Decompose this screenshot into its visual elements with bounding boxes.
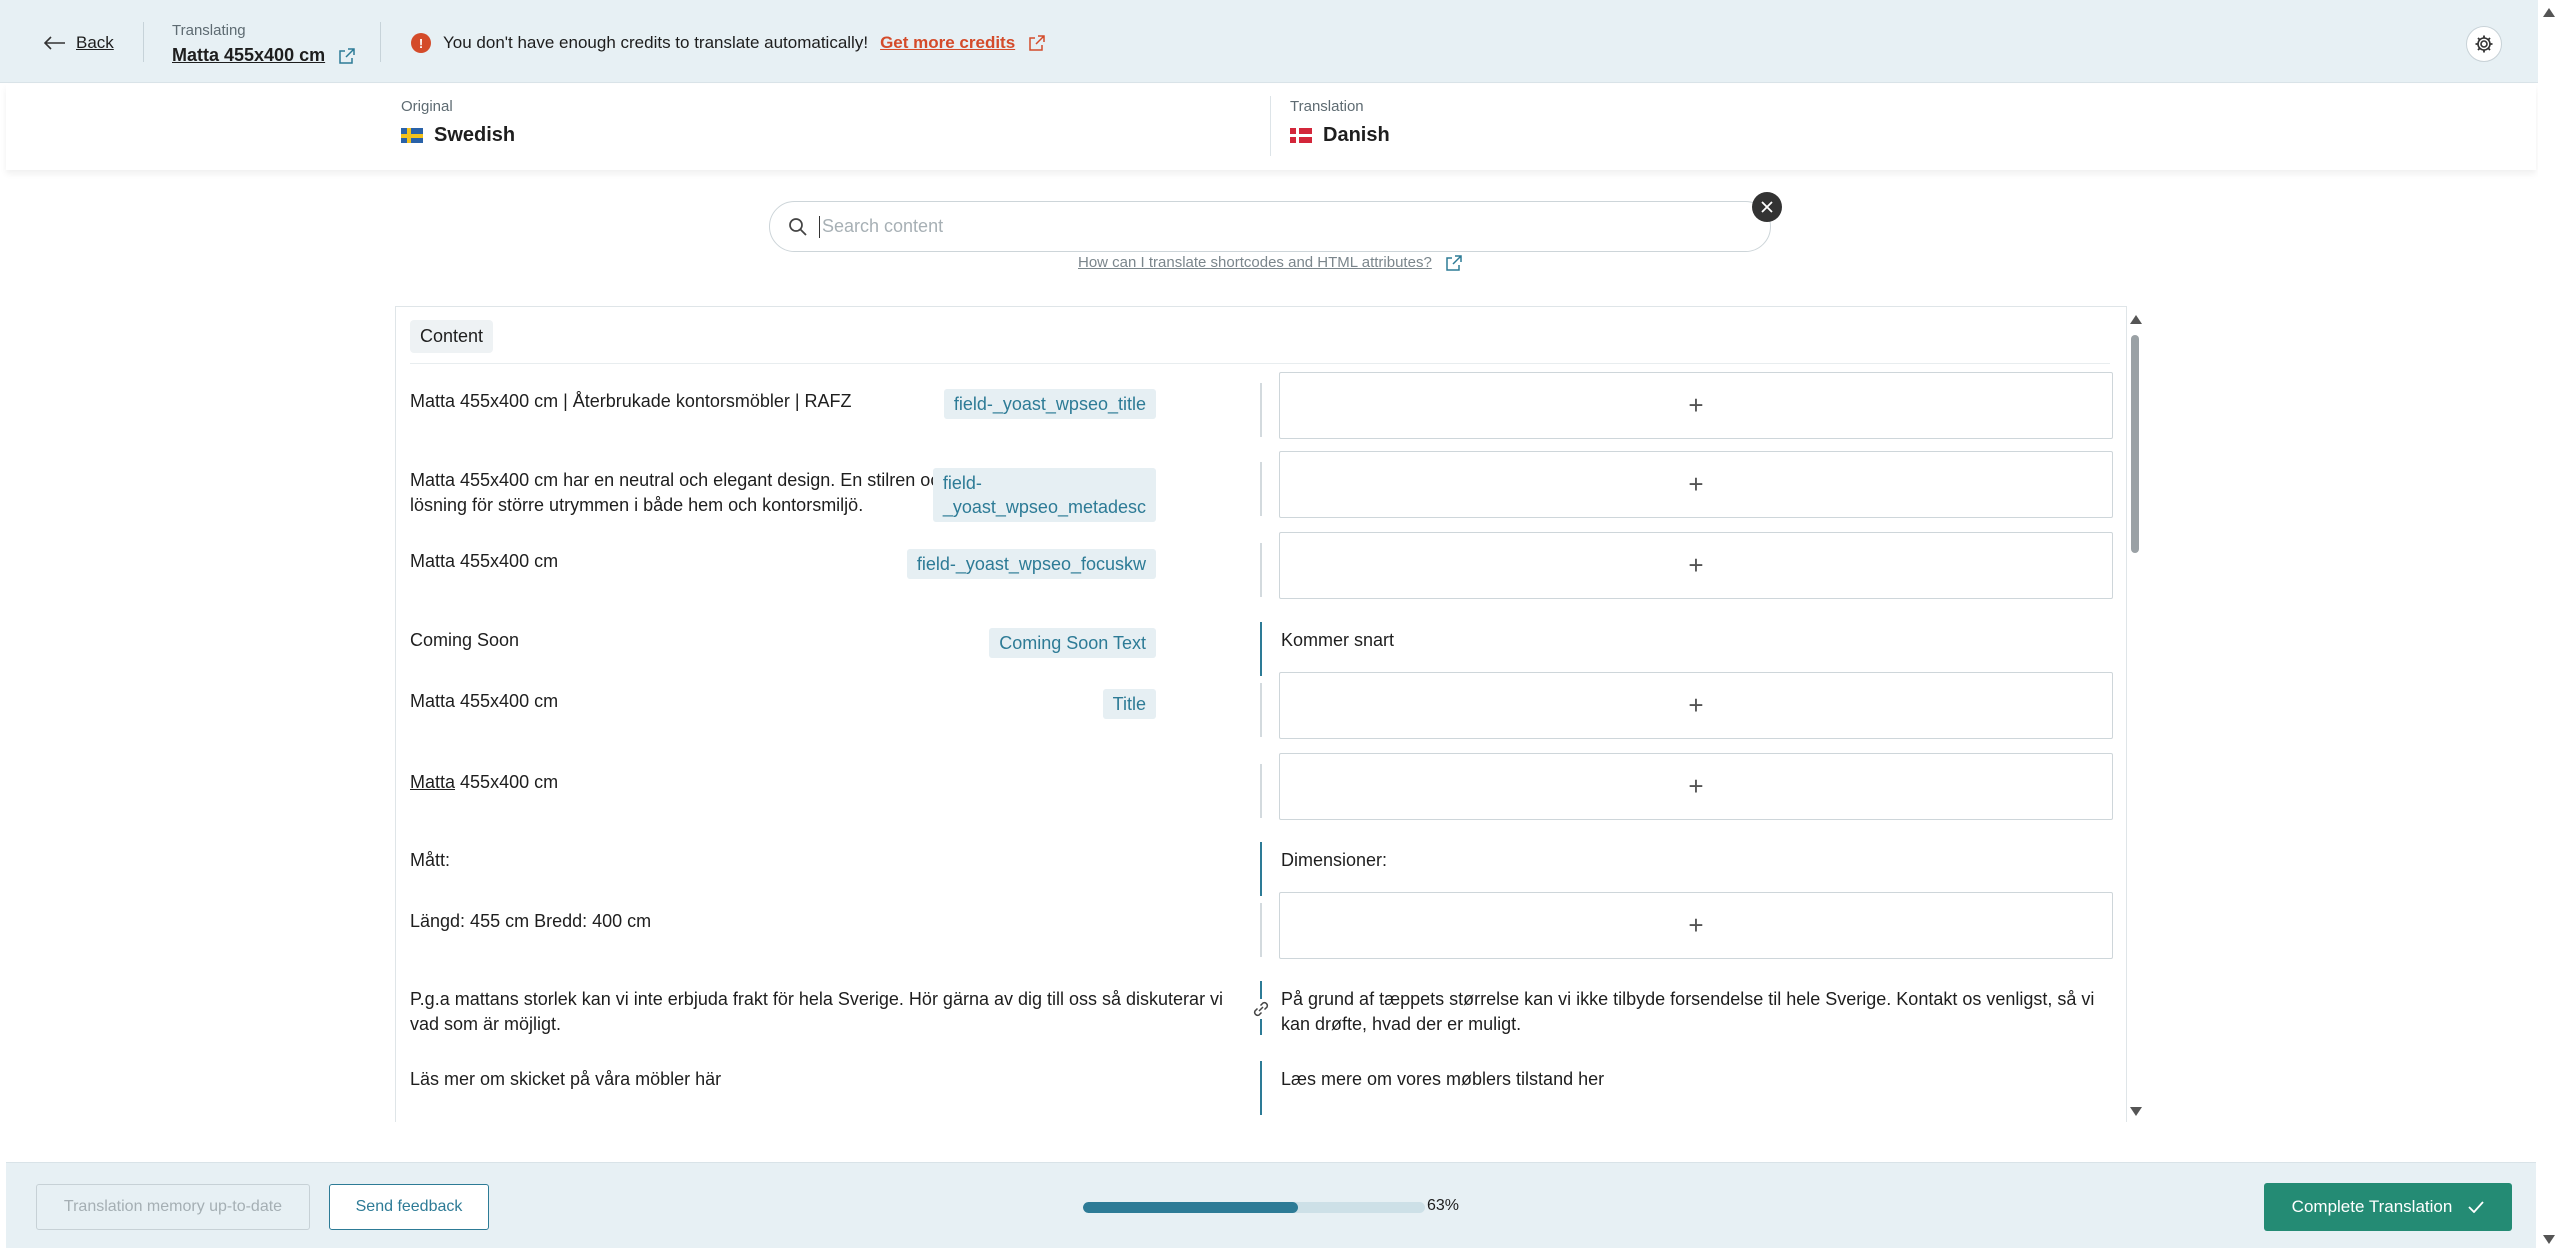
scrollbar-thumb[interactable]: [2131, 335, 2139, 553]
translating-label: Translating: [172, 22, 246, 39]
document-title: Matta 455x400 cm: [172, 45, 326, 65]
row-divider: [1260, 903, 1262, 957]
source-text: Coming Soon: [410, 630, 520, 650]
row-divider: [1260, 462, 1262, 516]
source-rest: 455x400 cm: [455, 772, 559, 792]
clear-search-button[interactable]: [1752, 192, 1782, 222]
progress-fill: [1083, 1202, 1299, 1213]
credits-warning: ! You don't have enough credits to trans…: [411, 33, 1045, 53]
external-link-icon: [1446, 254, 1462, 271]
divider: [410, 363, 2110, 364]
source-text: Läs mer om skicket på våra möbler här: [410, 1069, 722, 1089]
sweden-flag-icon: [401, 128, 423, 143]
search-input[interactable]: [822, 216, 1722, 237]
scroll-down-icon[interactable]: [2130, 1107, 2142, 1116]
denmark-flag-icon: [1290, 128, 1312, 143]
translation-label: Translation: [1290, 98, 1364, 115]
original-language: Original Swedish: [401, 98, 515, 147]
translation-memory-button: Translation memory up-to-date: [36, 1184, 310, 1230]
help-link-label: How can I translate shortcodes and HTML …: [1078, 254, 1432, 271]
add-translation-button[interactable]: +: [1279, 451, 2113, 518]
add-translation-button[interactable]: +: [1279, 372, 2113, 439]
text-cursor: [819, 216, 820, 238]
complete-translation-button[interactable]: Complete Translation: [2264, 1183, 2512, 1231]
field-tag: field- _yoast_wpseo_metadesc: [932, 468, 1156, 522]
credits-link-label: Get more credits: [880, 33, 1016, 52]
translating-info: Translating Matta 455x400 cm: [172, 22, 355, 66]
plus-icon: +: [1688, 550, 1704, 580]
translation-language: Translation Danish: [1290, 98, 1390, 147]
field-tag: field-_yoast_wpseo_title: [943, 389, 1156, 419]
search-bar: [769, 201, 1771, 252]
translation-text[interactable]: Kommer snart: [1281, 628, 2111, 653]
original-label: Original: [401, 98, 453, 115]
row-divider: [1260, 622, 1262, 676]
document-title-link[interactable]: Matta 455x400 cm: [172, 45, 355, 66]
row-divider: [1260, 842, 1262, 896]
scroll-up-icon[interactable]: [2130, 315, 2142, 324]
progress-bar: [1083, 1202, 1425, 1213]
check-icon: [2468, 1201, 2484, 1213]
send-feedback-button[interactable]: Send feedback: [329, 1184, 489, 1230]
source-text: Matta 455x400 cm | Återbrukade kontorsmö…: [410, 391, 852, 411]
complete-label: Complete Translation: [2291, 1197, 2453, 1216]
source-text: Mått:: [410, 850, 451, 870]
translation-text[interactable]: Dimensioner:: [1281, 848, 2111, 873]
section-tag: Content: [410, 320, 494, 353]
footer-bar: Translation memory up-to-date Send feedb…: [6, 1162, 2536, 1248]
top-bar: Back Translating Matta 455x400 cm ! You …: [0, 0, 2538, 83]
external-link-icon: [339, 47, 355, 64]
progress-percent: 63%: [1427, 1197, 1460, 1214]
search-icon: [789, 217, 807, 236]
link-icon[interactable]: [1251, 999, 1271, 1019]
window-scrollbar[interactable]: [2538, 0, 2558, 1252]
translation-language-value: Danish: [1323, 124, 1390, 146]
add-translation-button[interactable]: +: [1279, 672, 2113, 739]
field-tag: Title: [1102, 689, 1156, 719]
plus-icon: +: [1688, 469, 1704, 499]
source-underlined: Matta: [410, 772, 456, 792]
source-text: Längd: 455 cm Bredd: 400 cm: [410, 911, 652, 931]
back-label: Back: [76, 33, 114, 52]
translation-text[interactable]: På grund af tæppets størrelse kan vi ikk…: [1281, 987, 2111, 1037]
arrow-left-icon: [44, 36, 65, 50]
source-text: Matta 455x400 cm: [410, 770, 1010, 795]
get-more-credits-link[interactable]: Get more credits: [880, 33, 1045, 53]
back-button[interactable]: Back: [44, 33, 114, 53]
row-divider: [1260, 383, 1262, 437]
gear-icon: [2475, 35, 2493, 53]
source-text: P.g.a mattans storlek kan vi inte erbjud…: [410, 989, 1224, 1034]
plus-icon: +: [1688, 910, 1704, 940]
alert-icon: !: [411, 33, 431, 53]
divider: [1270, 96, 1271, 156]
scroll-up-icon[interactable]: [2543, 8, 2555, 17]
settings-button[interactable]: [2466, 26, 2502, 62]
add-translation-button[interactable]: +: [1279, 892, 2113, 959]
shortcodes-help-link[interactable]: How can I translate shortcodes and HTML …: [1078, 254, 1462, 271]
content-panel: Content Matta 455x400 cm | Återbrukade k…: [395, 306, 2127, 1122]
field-tag: Coming Soon Text: [989, 628, 1156, 658]
field-tag: field-_yoast_wpseo_focuskw: [906, 549, 1156, 579]
source-text: Matta 455x400 cm: [410, 691, 559, 711]
row-divider: [1260, 1061, 1262, 1115]
warning-text: You don't have enough credits to transla…: [443, 33, 869, 52]
plus-icon: +: [1688, 771, 1704, 801]
plus-icon: +: [1688, 690, 1704, 720]
divider: [143, 22, 144, 62]
original-language-value: Swedish: [434, 124, 516, 146]
translation-text[interactable]: Læs mere om vores møblers tilstand her: [1281, 1067, 2111, 1092]
language-header: Original Swedish Translation Danish: [6, 84, 2536, 170]
row-divider: [1260, 764, 1262, 818]
divider: [380, 22, 381, 62]
add-translation-button[interactable]: +: [1279, 532, 2113, 599]
row-divider: [1260, 683, 1262, 737]
scroll-down-icon[interactable]: [2543, 1235, 2555, 1244]
row-divider: [1260, 543, 1262, 597]
close-icon: [1761, 201, 1773, 213]
external-link-icon: [1029, 35, 1045, 51]
source-text: Matta 455x400 cm har en neutral och eleg…: [410, 470, 1017, 515]
plus-icon: +: [1688, 390, 1704, 420]
add-translation-button[interactable]: +: [1279, 753, 2113, 820]
content-scrollbar[interactable]: [2129, 313, 2142, 1118]
